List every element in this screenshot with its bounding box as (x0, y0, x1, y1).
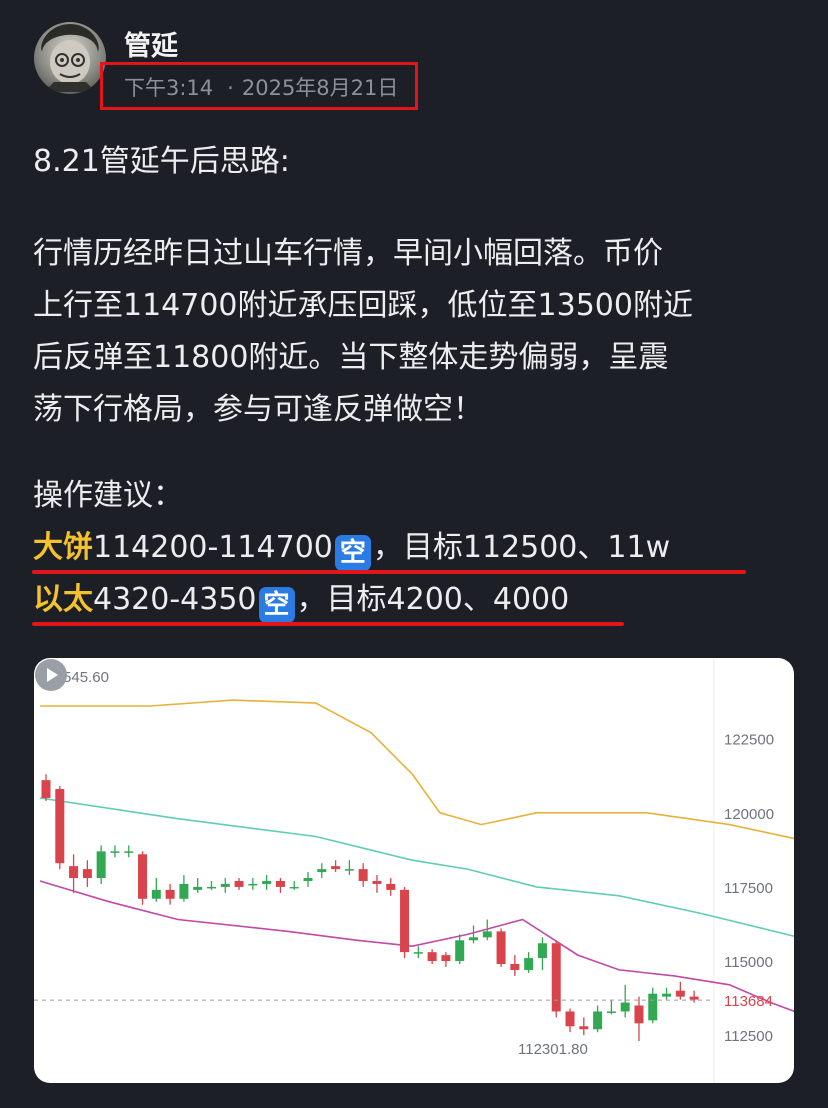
play-icon[interactable] (34, 658, 68, 692)
short-badge: 空 (258, 587, 295, 623)
candle-body (620, 1002, 630, 1012)
entry-range: 114200-114700 (93, 530, 333, 565)
advice-line-eth: 以太4320-4350 空，目标4200、4000 (33, 574, 569, 626)
candle-body (524, 958, 534, 970)
candle-body (331, 866, 341, 870)
candle-body (386, 883, 396, 890)
candle-body (55, 789, 65, 864)
candle-body (372, 880, 382, 884)
candle-body (262, 880, 272, 884)
candle-body (165, 889, 175, 899)
last-price-label: 113684 (724, 993, 773, 1010)
candle-body (206, 886, 216, 889)
candle-body (455, 940, 465, 962)
candle-body (427, 952, 437, 962)
candle-body (317, 869, 327, 873)
candle-body (220, 883, 230, 887)
candle-body (248, 883, 258, 886)
candle-body (96, 851, 106, 879)
min-price-label: 112301.80 (518, 1041, 588, 1058)
candle-body (634, 1005, 644, 1024)
candle-body (358, 869, 368, 881)
candle-body (565, 1011, 575, 1027)
y-tick-label: 115000 (724, 954, 773, 971)
entry-range: 4320-4350 (93, 582, 257, 617)
candle-body (289, 886, 299, 889)
candle-body (413, 952, 423, 954)
body-line: 后反弹至11800附近。当下整体走势偏弱，呈震 (33, 340, 669, 375)
candle-body (82, 869, 92, 879)
candle-body (179, 883, 189, 899)
author-name[interactable]: 管延 (124, 24, 178, 63)
candle-body (400, 889, 410, 953)
target-text: ，目标4200、4000 (296, 582, 570, 617)
advice-heading: 操作建议： (33, 478, 183, 513)
upper-band-line (40, 699, 794, 840)
target-text: ，目标112500、11w (372, 530, 671, 565)
candle-body (551, 943, 561, 1012)
candle-body (441, 955, 451, 962)
candle-body (648, 993, 658, 1021)
candle-body (193, 886, 203, 890)
avatar[interactable] (34, 22, 106, 94)
candle-body (468, 937, 478, 941)
y-tick-label: 112500 (724, 1028, 773, 1045)
candle-body (138, 854, 148, 899)
advice-underline (32, 622, 624, 626)
candle-body (110, 851, 120, 853)
candle-body (234, 880, 244, 887)
asset-name: 以太 (33, 582, 93, 617)
candlestick-chart: 122500120000117500115000112500124545.601… (34, 658, 794, 1083)
body-line: 行情历经昨日过山车行情，早间小幅回落。币价 (33, 236, 663, 271)
candle-body (537, 943, 547, 959)
timestamp-highlight-box (100, 62, 418, 110)
candle-body (275, 880, 285, 887)
y-tick-label: 117500 (724, 880, 773, 897)
candle-body (151, 889, 161, 899)
body-line: 荡下行格局，参与可逢反弹做空！ (33, 392, 483, 427)
candle-body (510, 964, 520, 970)
body-line: 上行至114700附近承压回踩，低位至13500附近 (33, 288, 693, 323)
candle-body (69, 866, 79, 879)
candle-body (689, 996, 699, 1000)
candle-body (496, 931, 506, 965)
y-tick-label: 120000 (724, 806, 774, 823)
candle-body (344, 869, 354, 871)
candle-body (579, 1026, 589, 1030)
asset-name: 大饼 (33, 530, 93, 565)
short-badge: 空 (334, 535, 371, 571)
candle-body (482, 931, 492, 938)
lower-band-line (39, 880, 794, 1013)
candle-body (41, 780, 51, 798)
candle-body (606, 1011, 616, 1013)
price-chart-card[interactable]: 122500 120000 117500 115000 112500 124545.60 1… (34, 658, 794, 1083)
candle-body (675, 990, 685, 997)
candle-body (593, 1011, 603, 1030)
candle-body (662, 993, 672, 997)
post-title: 8.21管延午后思路: (33, 144, 290, 179)
y-tick-label: 122500 (724, 732, 774, 749)
candle-body (124, 851, 134, 853)
candle-body (303, 878, 313, 881)
advice-line-btc: 大饼114200-114700 空，目标112500、11w (33, 522, 670, 574)
